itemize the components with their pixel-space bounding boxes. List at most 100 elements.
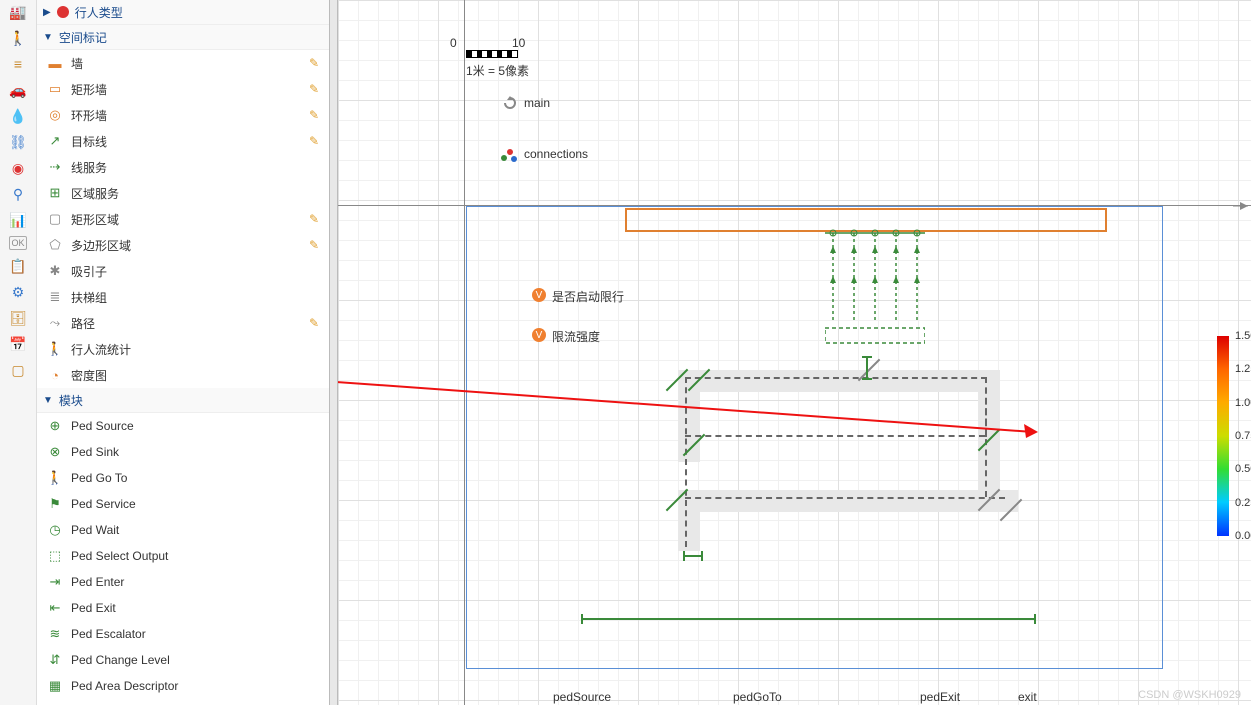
category-label: 模块 [59,392,83,409]
net-icon[interactable]: ⛓ [8,132,28,152]
palette-item-path[interactable]: ⤳路径✎ [37,310,329,336]
edit-icon[interactable]: ✎ [309,238,323,252]
ok-badge-icon[interactable]: OK [9,236,27,250]
app-icon[interactable]: ▢ [8,360,28,380]
item-label: Ped Go To [71,471,323,485]
density-colorbar: 1.501.251.000.750.500.250.00 [1217,336,1229,536]
car-icon[interactable]: 🚗 [8,80,28,100]
palette-block-ped-group-assemble[interactable]: ⩋Ped Group Assemble [37,699,329,705]
colorbar-label: 0.00 [1235,530,1251,542]
item-label: 路径 [71,315,301,332]
item-label: 墙 [71,55,301,72]
item-label: 矩形区域 [71,211,301,228]
edit-icon[interactable]: ✎ [309,82,323,96]
palette-item-target-line[interactable]: ↗目标线✎ [37,128,329,154]
palette-block-ped-source[interactable]: ⊕Ped Source [37,413,329,439]
corridor [678,511,700,551]
target-line[interactable] [683,555,703,557]
model-canvas[interactable]: 0 10 1米 = 5像素 main connections /* popula… [338,0,1251,705]
variable-icon[interactable]: V [532,328,546,342]
block-icon: 🚶 [47,470,63,486]
item-label: 线服务 [71,159,323,176]
palette-item-attractor[interactable]: ✱吸引子 [37,258,329,284]
block-icon: ⇥ [47,574,63,590]
palette-item-density[interactable]: ◔密度图 [37,362,329,388]
ped-type-icon [57,6,69,18]
collapse-icon: ▼ [43,32,53,43]
item-label: 多边形区域 [71,237,301,254]
palette-item-escalator[interactable]: ≣扶梯组 [37,284,329,310]
factory-icon[interactable]: 🏭 [8,2,28,22]
variable-icon[interactable]: V [532,288,546,302]
wall-dash [685,377,987,437]
gears-icon[interactable]: ⚙ [8,282,28,302]
palette-block-ped-go-to[interactable]: 🚶 Ped Go To [37,465,329,491]
item-label: Ped Area Descriptor [71,679,323,693]
edit-icon[interactable]: ✎ [309,108,323,122]
ped-red-icon[interactable]: ◉ [8,158,28,178]
collapse-icon: ▼ [43,395,53,406]
item-label: 吸引子 [71,263,323,280]
ped-walk-icon[interactable]: 🚶 [8,28,28,48]
palette-block-ped-select-output[interactable]: ⬚Ped Select Output [37,543,329,569]
palette-block-ped-area-descriptor[interactable]: ▦Ped Area Descriptor [37,673,329,699]
water-drop-icon[interactable]: 💧 [8,106,28,126]
ring-wall-icon: ◎ [47,107,63,123]
cal-icon[interactable]: 📅 [8,334,28,354]
block-icon: ⊕ [47,418,63,434]
palette-item-line-svc[interactable]: ⇢线服务 [37,154,329,180]
corridor [678,490,1018,512]
palette-item-poly-area[interactable]: ⬠多边形区域✎ [37,232,329,258]
splitter[interactable] [330,0,338,705]
service-group[interactable]: /* populated below */ [825,228,925,348]
rail-fence-icon[interactable]: ≡ [8,54,28,74]
palette-block-ped-sink[interactable]: ⊗Ped Sink [37,439,329,465]
item-label: Ped Change Level [71,653,323,667]
rect-area-icon: ▢ [47,211,63,227]
item-label: Ped Wait [71,523,323,537]
main-agent-icon[interactable] [503,96,517,110]
item-label: 矩形墙 [71,81,301,98]
palette-block-ped-service[interactable]: ⚑Ped Service [37,491,329,517]
palette-item-ring-wall[interactable]: ◎ 环形墙 ✎ [37,102,329,128]
edit-icon[interactable]: ✎ [309,56,323,70]
item-label: Ped Enter [71,575,323,589]
palette-block-ped-enter[interactable]: ⇥ Ped Enter [37,569,329,595]
palette-item-wall[interactable]: ▬墙✎ [37,50,329,76]
palette-item-rect-area[interactable]: ▢ 矩形区域 ✎ [37,206,329,232]
palette-item-rect-wall[interactable]: ▭矩形墙✎ [37,76,329,102]
palette-block-ped-wait[interactable]: ◷Ped Wait [37,517,329,543]
target-line[interactable] [581,618,1036,620]
target-line[interactable] [866,356,868,380]
area-svc-icon: ⊞ [47,185,63,201]
var1-label: 是否启动限行 [552,288,624,305]
edit-icon[interactable]: ✎ [309,212,323,226]
clip-icon[interactable]: 📋 [8,256,28,276]
db-icon[interactable]: 🗄 [8,308,28,328]
connections-icon[interactable] [500,148,518,162]
item-label: Ped Escalator [71,627,323,641]
item-label: Ped Service [71,497,323,511]
wall-dash [685,377,687,547]
ruler-tick-10: 10 [512,36,525,50]
wall-dash [685,435,985,437]
scale-bar [466,50,518,58]
item-label: 环形墙 [71,107,301,124]
chart-icon[interactable]: 📊 [8,210,28,230]
category-ped-type[interactable]: ▶ 行人类型 [37,0,329,25]
palette-block-ped-change-level[interactable]: ⇵Ped Change Level [37,647,329,673]
palette-item-area-svc[interactable]: ⊞区域服务 [37,180,329,206]
palette-block-ped-escalator[interactable]: ≋Ped Escalator [37,621,329,647]
category-blocks[interactable]: ▼ 模块 [37,388,329,413]
zoom-icon[interactable]: ⚲ [8,184,28,204]
category-space-markup[interactable]: ▼ 空间标记 [37,25,329,50]
item-label: 目标线 [71,133,301,150]
proc-exit2: exit [1018,690,1037,704]
edit-icon[interactable]: ✎ [309,134,323,148]
block-icon: ⬚ [47,548,63,564]
palette-block-ped-exit[interactable]: ⇤Ped Exit [37,595,329,621]
edit-icon[interactable]: ✎ [309,316,323,330]
palette-item-flow-stat[interactable]: 🚶行人流统计 [37,336,329,362]
proc-exit: pedExit [920,690,960,704]
colorbar-label: 1.00 [1235,397,1251,409]
